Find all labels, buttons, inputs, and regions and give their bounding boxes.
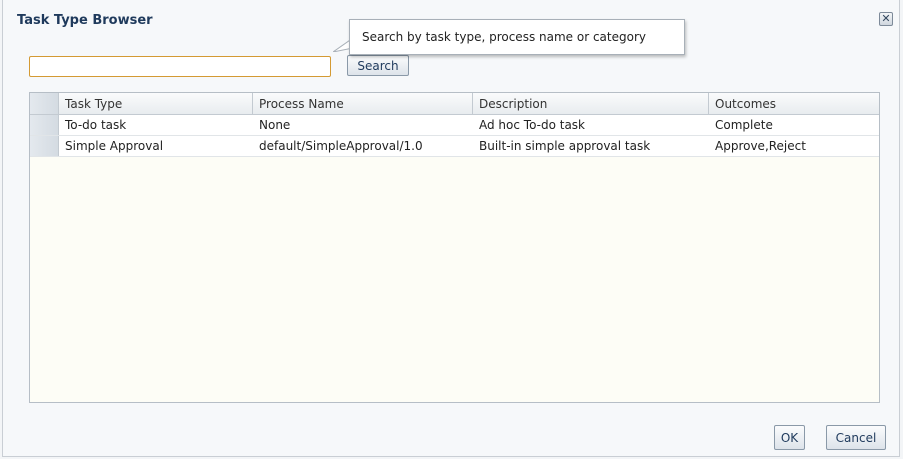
column-header-task-type[interactable]: Task Type [59, 93, 253, 114]
outcomes-cell: Complete [715, 118, 773, 132]
column-header-outcomes[interactable]: Outcomes [709, 93, 879, 114]
column-header-description[interactable]: Description [473, 93, 709, 114]
row-selector-header [30, 93, 59, 114]
ok-button[interactable]: OK [774, 425, 805, 450]
task-type-cell: Simple Approval [65, 139, 164, 153]
search-input[interactable] [29, 56, 331, 77]
column-header-process-name[interactable]: Process Name [253, 93, 473, 114]
search-button[interactable]: Search [347, 55, 409, 76]
dialog-title: Task Type Browser [17, 13, 153, 28]
row-selector[interactable] [30, 136, 59, 156]
task-type-table: Task Type Process Name Description Outco… [29, 92, 880, 403]
table-row[interactable]: To-do task None Ad hoc To-do task Comple… [30, 115, 879, 136]
process-name-cell: None [259, 118, 291, 132]
task-type-cell: To-do task [65, 118, 127, 132]
close-icon[interactable]: ✕ [879, 12, 893, 26]
outcomes-cell: Approve,Reject [715, 139, 806, 153]
row-selector[interactable] [30, 115, 59, 135]
table-header: Task Type Process Name Description Outco… [30, 93, 879, 115]
search-tooltip: Search by task type, process name or cat… [349, 19, 685, 55]
description-cell: Built-in simple approval task [479, 139, 651, 153]
process-name-cell: default/SimpleApproval/1.0 [259, 139, 423, 153]
table-row[interactable]: Simple Approval default/SimpleApproval/1… [30, 136, 879, 157]
cancel-button[interactable]: Cancel [826, 425, 886, 450]
task-type-browser-dialog: Task Type Browser ✕ Search Search by tas… [2, 0, 900, 457]
description-cell: Ad hoc To-do task [479, 118, 586, 132]
